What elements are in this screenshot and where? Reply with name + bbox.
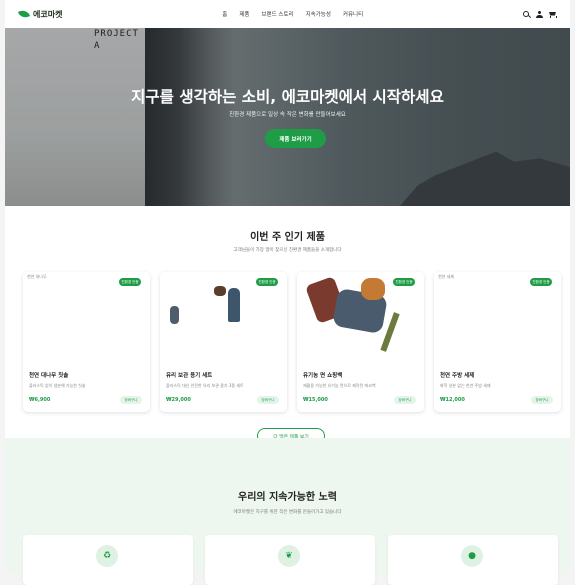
eco-certified-tag: 친환경 인증 xyxy=(530,278,552,286)
popular-subtitle: 고객님들이 가장 많이 찾으신 친환경 제품들을 소개합니다 xyxy=(233,248,342,253)
hero-title: 지구를 생각하는 소비, 에코마켓에서 시작하세요 xyxy=(131,88,444,106)
eco-certified-tag: 친환경 인증 xyxy=(119,278,141,286)
leaf-icon: ❦ xyxy=(278,545,300,567)
popular-title: 이번 주 인기 제품 xyxy=(250,232,325,243)
nav-home[interactable]: 홈 xyxy=(222,10,227,18)
brand-name: 에코마켓 xyxy=(33,9,63,19)
header-tools xyxy=(523,10,557,18)
hero-banner: PROJECT A 지구를 생각하는 소비, 에코마켓에서 시작하세요 친환경 … xyxy=(5,28,570,206)
nav-brand-story[interactable]: 브랜드 스토리 xyxy=(261,10,293,18)
product-description: 플라스틱 대신 안전한 유리 보관 용기 3종 세트 xyxy=(166,383,244,388)
product-card[interactable]: 천연 세제 친환경 인증 천연 주방 세제 화학 성분 없는 천연 주방 세제 … xyxy=(434,272,561,412)
sustainability-subtitle: 에코마켓은 지구를 위한 작은 변화를 만들어가고 있습니다 xyxy=(233,510,342,515)
main-nav: 홈 제품 브랜드 스토리 지속가능성 커뮤니티 xyxy=(222,10,363,18)
product-grid: 천연 대나무 친환경 인증 천연 대나무 칫솔 플라스틱 없이 생분해 가능한 … xyxy=(23,272,561,412)
sustainability-title: 우리의 지속가능한 노력 xyxy=(238,492,337,503)
product-card[interactable]: 천연 대나무 친환경 인증 천연 대나무 칫솔 플라스틱 없이 생분해 가능한 … xyxy=(23,272,150,412)
product-price: ₩29,000 xyxy=(166,397,191,403)
hero-cta-button[interactable]: 제품 보러가기 xyxy=(265,129,326,148)
user-icon[interactable] xyxy=(536,10,543,18)
product-card[interactable]: 친환경 인증 유기농 면 쇼핑백 재활용 가능한 유기농 면으로 제작된 에코백… xyxy=(297,272,424,412)
broken-image-alt: 천연 대나무 xyxy=(27,274,47,279)
add-to-cart-button[interactable]: 장바구니 xyxy=(120,396,142,404)
product-description: 화학 성분 없는 천연 주방 세제 xyxy=(440,383,491,388)
popular-section: 이번 주 인기 제품 고객님들이 가장 많이 찾으신 친환경 제품들을 소개합니… xyxy=(5,206,570,444)
product-name: 천연 대나무 칫솔 xyxy=(29,373,69,379)
sustainability-section: 우리의 지속가능한 노력 에코마켓은 지구를 위한 작은 변화를 만들어가고 있… xyxy=(5,438,570,585)
product-price: ₩12,000 xyxy=(440,397,465,403)
sustainability-card: ♻ xyxy=(23,535,193,585)
eco-certified-tag: 친환경 인증 xyxy=(393,278,415,286)
product-description: 플라스틱 없이 생분해 가능한 칫솔 xyxy=(29,383,86,388)
site-header: 에코마켓 홈 제품 브랜드 스토리 지속가능성 커뮤니티 xyxy=(5,0,570,28)
product-price: ₩15,000 xyxy=(303,397,328,403)
hero-subtitle: 친환경 제품으로 일상 속 작은 변화를 만들어보세요 xyxy=(229,112,346,118)
search-icon[interactable] xyxy=(523,10,530,18)
add-to-cart-button[interactable]: 장바구니 xyxy=(531,396,553,404)
sustainability-card: ● xyxy=(388,535,558,585)
product-name: 천연 주방 세제 xyxy=(440,373,475,379)
image-detail xyxy=(170,306,179,324)
nav-community[interactable]: 커뮤니티 xyxy=(343,10,363,18)
brand-logo[interactable]: 에코마켓 xyxy=(17,8,63,20)
eco-certified-tag: 친환경 인증 xyxy=(256,278,278,286)
product-name: 유기농 면 쇼핑백 xyxy=(303,373,343,379)
add-to-cart-button[interactable]: 장바구니 xyxy=(394,396,416,404)
leaf-logo-icon xyxy=(17,8,31,20)
broken-image-alt: 천연 세제 xyxy=(438,274,454,279)
nav-sustainability[interactable]: 지속가능성 xyxy=(306,10,331,18)
product-name: 유리 보관 용기 세트 xyxy=(166,373,213,379)
image-detail xyxy=(228,288,240,322)
image-detail xyxy=(361,278,385,300)
sustainability-card: ❦ xyxy=(205,535,375,585)
nav-products[interactable]: 제품 xyxy=(239,10,249,18)
cart-icon[interactable] xyxy=(549,11,557,18)
product-card[interactable]: 친환경 인증 유리 보관 용기 세트 플라스틱 대신 안전한 유리 보관 용기 … xyxy=(160,272,287,412)
add-to-cart-button[interactable]: 장바구니 xyxy=(257,396,279,404)
product-description: 재활용 가능한 유기농 면으로 제작된 에코백 xyxy=(303,383,376,388)
image-detail xyxy=(214,286,226,296)
product-price: ₩6,900 xyxy=(29,397,51,403)
recycle-icon: ♻ xyxy=(96,545,118,567)
people-icon: ● xyxy=(461,545,483,567)
